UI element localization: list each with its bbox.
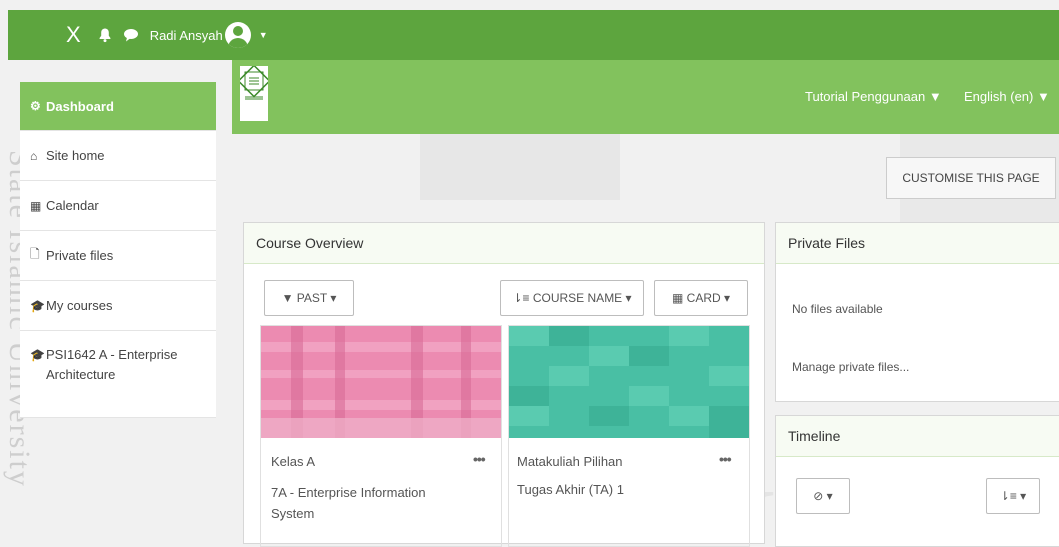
language-menu[interactable]: English (en) ▼ (964, 89, 1050, 104)
course-overview-panel: Course Overview ▼ PAST ▾ ⇂≡ COURSE NAME … (243, 222, 765, 547)
dashboard-icon: ⚙ (30, 99, 41, 113)
chevron-down-icon[interactable]: ▼ (259, 30, 268, 40)
page-header: Tutorial Penggunaan ▼ English (en) ▼ (232, 60, 1059, 134)
sidebar-item-dashboard[interactable]: ⚙ Dashboard (20, 82, 216, 131)
course-category: Kelas A (271, 454, 316, 469)
course-image[interactable] (261, 326, 501, 438)
university-logo (240, 66, 268, 121)
course-category: Matakuliah Pilihan (517, 454, 623, 469)
graduation-cap-icon: 🎓 (30, 348, 45, 362)
filter-past-button[interactable]: ▼ PAST ▾ (264, 280, 354, 316)
course-name-link[interactable]: 7A - Enterprise Information System (271, 482, 461, 524)
timeline-title: Timeline (776, 416, 1059, 457)
timeline-sort-button[interactable]: ⇂≡ ▾ (986, 478, 1040, 514)
more-menu-icon[interactable]: ••• (473, 451, 486, 467)
private-files-panel: Private Files No files available Manage … (775, 222, 1059, 402)
home-icon: ⌂ (30, 148, 38, 163)
sidebar-item-calendar[interactable]: ▦ Calendar (20, 181, 216, 231)
course-overview-title: Course Overview (244, 223, 764, 264)
sidebar-item-my-courses[interactable]: 🎓 My courses (20, 281, 216, 331)
avatar[interactable] (224, 22, 251, 48)
top-navbar: X Radi Ansyah ▼ (8, 10, 1059, 60)
sidebar-item-label: PSI1642 A - Enterprise Architecture (46, 347, 178, 382)
course-name-link[interactable]: Tugas Akhir (TA) 1 (517, 482, 624, 497)
no-files-text: No files available (792, 302, 883, 316)
sidebar-item-label: Site home (46, 148, 105, 163)
sidebar-item-course[interactable]: 🎓 PSI1642 A - Enterprise Architecture (20, 331, 216, 418)
more-menu-icon[interactable]: ••• (719, 451, 732, 467)
course-card[interactable]: Matakuliah Pilihan ••• Tugas Akhir (TA) … (508, 325, 750, 547)
bell-icon[interactable] (97, 27, 113, 43)
customise-page-button[interactable]: CUSTOMISE THIS PAGE (886, 157, 1056, 199)
chat-icon[interactable] (123, 27, 139, 43)
sidebar-nav: ⚙ Dashboard ⌂ Site home ▦ Calendar 🗋 Pri… (20, 82, 216, 418)
sidebar-item-label: Private files (46, 248, 114, 263)
calendar-icon: ▦ (30, 198, 42, 213)
private-files-title: Private Files (776, 223, 1059, 264)
sidebar-item-private-files[interactable]: 🗋 Private files (20, 231, 216, 281)
timeline-filter-button[interactable]: ⊘ ▾ (796, 478, 850, 514)
sidebar-item-label: Calendar (46, 198, 99, 213)
graduation-cap-icon: 🎓 (30, 298, 45, 313)
manage-private-files-link[interactable]: Manage private files... (792, 360, 909, 374)
course-card[interactable]: Kelas A ••• 7A - Enterprise Information … (260, 325, 502, 547)
sidebar-item-site-home[interactable]: ⌂ Site home (20, 131, 216, 181)
user-name[interactable]: Radi Ansyah (150, 28, 223, 43)
sidebar-item-label: My courses (46, 298, 113, 313)
close-icon[interactable]: X (66, 24, 81, 46)
tutorial-menu[interactable]: Tutorial Penggunaan ▼ (805, 89, 942, 104)
timeline-panel: Timeline ⊘ ▾ ⇂≡ ▾ (775, 415, 1059, 547)
file-icon: 🗋 (30, 247, 40, 261)
sort-course-name-button[interactable]: ⇂≡ COURSE NAME ▾ (500, 280, 644, 316)
view-card-button[interactable]: ▦ CARD ▾ (654, 280, 748, 316)
course-image[interactable] (509, 326, 749, 438)
sidebar-item-label: Dashboard (46, 98, 114, 114)
